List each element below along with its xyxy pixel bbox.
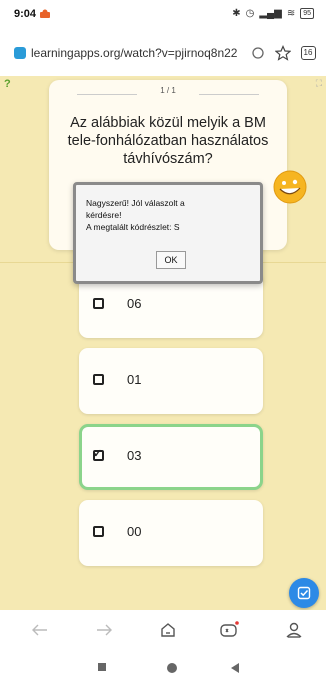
check-answers-button[interactable] bbox=[289, 578, 319, 608]
answer-label: 01 bbox=[127, 372, 142, 387]
check-icon bbox=[297, 586, 311, 600]
reload-icon bbox=[252, 47, 264, 59]
dialog-line: Nagyszerű! Jól válaszolt a bbox=[86, 198, 185, 208]
tab-count: 16 bbox=[300, 46, 316, 60]
address-bar[interactable]: learningapps.org/watch?v=pjirnoq8n22 16 bbox=[0, 30, 326, 76]
answer-label: 06 bbox=[127, 296, 142, 311]
system-nav-bar bbox=[0, 650, 326, 684]
home-icon bbox=[161, 623, 175, 637]
status-bar: 9:04 ✱ ◷ ▂▄▆ ≋ 95 bbox=[0, 0, 326, 30]
arrow-right-icon bbox=[97, 624, 112, 636]
back-button[interactable] bbox=[30, 620, 50, 640]
smiley-icon bbox=[273, 170, 307, 204]
star-icon bbox=[275, 45, 291, 61]
fullscreen-icon[interactable]: ⛶ bbox=[316, 78, 322, 89]
ok-button[interactable]: OK bbox=[156, 251, 186, 269]
checkbox[interactable] bbox=[93, 298, 104, 309]
check-icon: ✓ bbox=[93, 448, 103, 460]
games-button[interactable] bbox=[219, 620, 239, 640]
recents-icon[interactable] bbox=[97, 662, 107, 672]
answer-option-2[interactable]: 01 bbox=[79, 348, 263, 414]
status-icons: ✱ ◷ ▂▄▆ ≋ 95 bbox=[232, 8, 314, 19]
home-button[interactable] bbox=[158, 620, 178, 640]
divider bbox=[199, 94, 259, 95]
wifi-icon: ≋ bbox=[286, 8, 296, 19]
arrow-left-icon bbox=[32, 624, 47, 636]
dialog-message: Nagyszerű! Jól válaszolt a kérdésre! A m… bbox=[86, 197, 185, 233]
answer-label: 00 bbox=[127, 524, 142, 539]
checkbox[interactable] bbox=[93, 374, 104, 385]
result-dialog: Nagyszerű! Jól válaszolt a kérdésre! A m… bbox=[73, 182, 263, 284]
home-circle-icon[interactable] bbox=[166, 662, 178, 674]
url-text[interactable]: learningapps.org/watch?v=pjirnoq8n22 bbox=[31, 46, 241, 60]
person-icon bbox=[286, 622, 302, 638]
dialog-line: kérdésre! bbox=[86, 210, 122, 220]
forward-button[interactable] bbox=[94, 620, 114, 640]
alarm-icon: ◷ bbox=[245, 8, 255, 19]
battery-icon: 95 bbox=[300, 8, 314, 19]
answer-option-4[interactable]: 00 bbox=[79, 500, 263, 566]
bookmark-button[interactable] bbox=[274, 44, 292, 62]
profile-button[interactable] bbox=[284, 620, 304, 640]
dialog-line: A megtalált kódrészlet: S bbox=[86, 222, 180, 232]
site-shield-icon bbox=[14, 47, 26, 59]
notification-icon bbox=[40, 9, 50, 18]
answer-label: 03 bbox=[127, 448, 142, 463]
help-icon[interactable]: ? bbox=[4, 78, 11, 90]
tabs-button[interactable]: 16 bbox=[299, 44, 317, 62]
bluetooth-icon: ✱ bbox=[232, 8, 241, 19]
answer-option-3[interactable]: ✓ 03 bbox=[79, 424, 263, 490]
quiz-area: ? ⛶ 1 / 1 Az alábbiak közül melyik a BM … bbox=[0, 76, 326, 610]
signal-icon: ▂▄▆ bbox=[259, 8, 282, 19]
status-time: 9:04 bbox=[14, 8, 37, 20]
checkbox-checked[interactable]: ✓ bbox=[93, 448, 104, 461]
gamepad-icon bbox=[220, 621, 239, 637]
reload-button[interactable] bbox=[249, 44, 267, 62]
checkbox[interactable] bbox=[93, 526, 104, 537]
question-text: Az alábbiak közül melyik a BM tele-fonhá… bbox=[67, 115, 269, 167]
back-triangle-icon[interactable] bbox=[230, 662, 240, 674]
browser-bottom-nav bbox=[0, 610, 326, 650]
